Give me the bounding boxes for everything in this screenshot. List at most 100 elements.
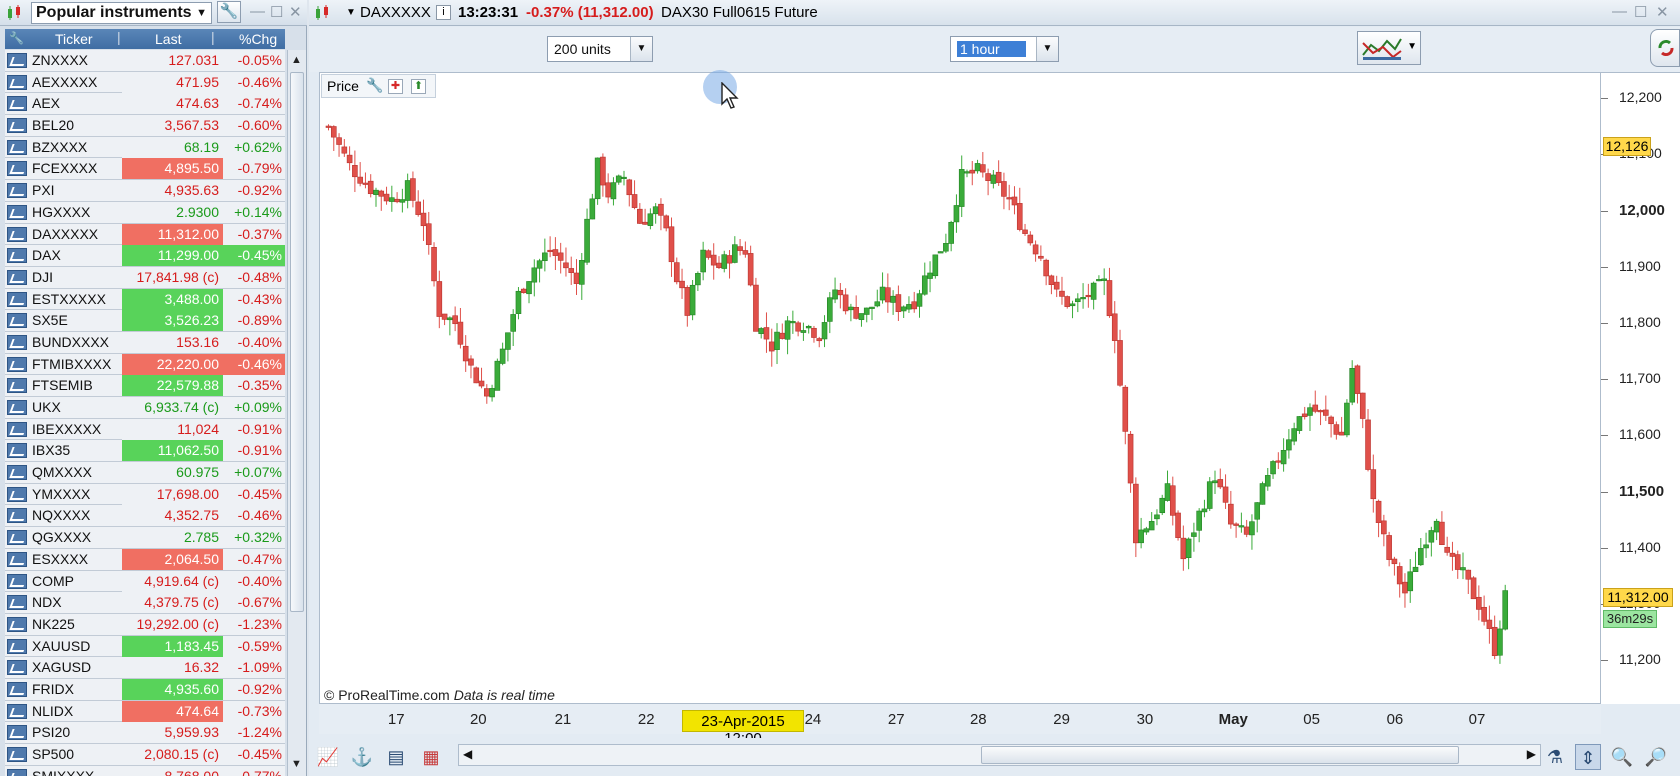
- watchlist-row[interactable]: COMP 4,919.64 (c) -0.40%: [5, 570, 285, 593]
- chart-icon[interactable]: [7, 573, 27, 589]
- watchlist-row[interactable]: BZXXXX 68.19 +0.62%: [5, 136, 285, 159]
- watchlist-row[interactable]: IBEXXXXX 11,024 -0.91%: [5, 418, 285, 441]
- order-ticket-icon[interactable]: ▤: [383, 744, 409, 770]
- watchlist-row[interactable]: SP500 2,080.15 (c) -0.45%: [5, 744, 285, 766]
- chart-icon[interactable]: [7, 53, 27, 68]
- units-select[interactable]: 200 units ▼: [547, 36, 653, 62]
- chart-icon[interactable]: [7, 356, 27, 372]
- watchlist-row[interactable]: ZNXXXX 127.031 -0.05%: [5, 50, 285, 72]
- chart-icon[interactable]: [7, 96, 27, 112]
- watchlist-row[interactable]: FTMIBXXXX 22,220.00 -0.46%: [5, 353, 285, 376]
- watchlist-row[interactable]: NQXXXX 4,352.75 -0.46%: [5, 505, 285, 528]
- move-up-icon[interactable]: ⬆: [411, 79, 426, 94]
- chart-icon[interactable]: [7, 74, 27, 90]
- chart-icon[interactable]: [7, 118, 27, 134]
- price-axis[interactable]: 12,20012,10012,00011,90011,80011,70011,6…: [1601, 72, 1680, 704]
- settings-wrench-icon[interactable]: 🔧: [9, 31, 24, 45]
- watchlist-row[interactable]: YMXXXX 17,698.00 -0.45%: [5, 483, 285, 506]
- watchlist-row[interactable]: IBX35 11,062.50 -0.91%: [5, 440, 285, 463]
- watchlist-row[interactable]: UKX 6,933.74 (c) +0.09%: [5, 397, 285, 419]
- watchlist-row[interactable]: XAGUSD 16.32 -1.09%: [5, 657, 285, 679]
- minimize-icon[interactable]: —: [250, 3, 265, 20]
- info-icon[interactable]: i: [436, 5, 451, 20]
- watchlist-scrollbar[interactable]: ▲ ▼: [287, 50, 306, 776]
- chart-plot-area[interactable]: Price 🔧 ✚ ⬆ © ProRealTime.com Data is rea…: [319, 72, 1601, 704]
- chart-icon[interactable]: [7, 269, 27, 285]
- chart-icon[interactable]: [7, 638, 27, 654]
- zoom-in-icon[interactable]: 🔎: [1643, 744, 1669, 770]
- watchlist-row[interactable]: NK225 19,292.00 (c) -1.23%: [5, 613, 285, 636]
- watchlist-row[interactable]: XAUUSD 1,183.45 -0.59%: [5, 635, 285, 658]
- chart-icon[interactable]: [7, 400, 27, 415]
- chart-icon[interactable]: [7, 334, 27, 350]
- scrollbar-thumb[interactable]: [981, 746, 1459, 764]
- maximize-icon[interactable]: ☐: [1634, 3, 1647, 21]
- chart-icon[interactable]: [7, 595, 27, 611]
- chart-icon[interactable]: [7, 291, 27, 307]
- watchlist-row[interactable]: DJI 17,841.98 (c) -0.48%: [5, 266, 285, 289]
- wrench-icon[interactable]: 🔧: [217, 1, 241, 23]
- chart-icon[interactable]: [7, 443, 27, 459]
- watchlist-row[interactable]: SX5E 3,526.23 -0.89%: [5, 310, 285, 332]
- chart-icon[interactable]: [7, 313, 27, 329]
- scroll-up-icon[interactable]: ▲: [291, 54, 302, 66]
- chart-icon[interactable]: [7, 248, 27, 264]
- chart-icon[interactable]: [7, 616, 27, 632]
- chart-icon[interactable]: [7, 183, 27, 199]
- watchlist-row[interactable]: PSI20 5,959.93 -1.24%: [5, 722, 285, 744]
- watchlist-row[interactable]: FRIDX 4,935.60 -0.92%: [5, 678, 285, 701]
- watchlist-row[interactable]: BUNDXXXX 153.16 -0.40%: [5, 331, 285, 354]
- watchlist-row[interactable]: FTSEMIB 22,579.88 -0.35%: [5, 375, 285, 397]
- chevron-down-icon[interactable]: ▼: [346, 7, 356, 18]
- close-icon[interactable]: ✕: [289, 3, 302, 21]
- chart-icon[interactable]: [7, 660, 27, 676]
- chart-icon[interactable]: [7, 378, 27, 394]
- chart-icon[interactable]: [7, 551, 27, 567]
- order-book-icon[interactable]: ▦: [418, 744, 444, 770]
- watchlist-row[interactable]: SMIXXXX 8,768.00 -0.77%: [5, 765, 285, 776]
- chart-icon[interactable]: [7, 226, 27, 242]
- chart-icon[interactable]: [7, 161, 27, 177]
- chart-icon[interactable]: [7, 508, 27, 524]
- chart-icon[interactable]: [7, 681, 27, 697]
- close-panel-icon[interactable]: ✚: [388, 79, 403, 94]
- indicators-button[interactable]: ▼: [1357, 31, 1421, 65]
- watchlist-row[interactable]: HGXXXX 2.9300 +0.14%: [5, 201, 285, 224]
- wrench-icon[interactable]: 🔧: [366, 77, 383, 94]
- column-last[interactable]: Last: [155, 31, 181, 47]
- watchlist-row[interactable]: BEL20 3,567.53 -0.60%: [5, 115, 285, 137]
- chart-icon[interactable]: [7, 703, 27, 719]
- chart-icon[interactable]: [7, 421, 27, 437]
- watchlist-row[interactable]: FCEXXXX 4,895.50 -0.79%: [5, 158, 285, 181]
- magnet-icon[interactable]: ⚓: [349, 744, 375, 770]
- side-tools-button[interactable]: [1650, 29, 1680, 67]
- signal-tools-icon[interactable]: ⚗: [1542, 744, 1568, 770]
- minimize-icon[interactable]: —: [1612, 3, 1627, 20]
- watchlist-row[interactable]: NDX 4,379.75 (c) -0.67%: [5, 592, 285, 614]
- chart-icon[interactable]: [7, 139, 27, 155]
- watchlist-row[interactable]: NLIDX 474.64 -0.73%: [5, 700, 285, 723]
- chart-icon[interactable]: [7, 725, 27, 741]
- column-chg[interactable]: %Chg: [239, 31, 277, 47]
- scroll-left-icon[interactable]: ◀: [463, 747, 472, 761]
- chart-icon[interactable]: [7, 530, 27, 546]
- instrument-list-select[interactable]: Popular instruments ▼: [31, 2, 212, 24]
- chart-icon[interactable]: [7, 486, 27, 502]
- scroll-right-icon[interactable]: ▶: [1527, 747, 1536, 761]
- drawing-tools-icon[interactable]: 📈: [315, 744, 341, 770]
- watchlist-row[interactable]: ESTXXXXX 3,488.00 -0.43%: [5, 288, 285, 311]
- scroll-down-icon[interactable]: ▼: [291, 758, 302, 770]
- chart-icon[interactable]: [7, 747, 27, 762]
- watchlist-row[interactable]: PXI 4,935.63 -0.92%: [5, 180, 285, 202]
- time-axis[interactable]: 17 20 21 22 24 27 28 29 30 May 05 06 07 23-Apr-2015 …: [319, 704, 1601, 747]
- zoom-out-icon[interactable]: 🔍: [1609, 744, 1635, 770]
- chart-ticker[interactable]: DAXXXXX: [360, 4, 431, 21]
- watchlist-row[interactable]: AEXXXXX 471.95 -0.46%: [5, 71, 285, 94]
- column-ticker[interactable]: Ticker: [55, 31, 93, 47]
- watchlist-row[interactable]: DAX 11,299.00 -0.45%: [5, 245, 285, 267]
- chart-icon[interactable]: [7, 204, 27, 220]
- maximize-icon[interactable]: ☐: [270, 3, 283, 21]
- watchlist-row[interactable]: QMXXXX 60.975 +0.07%: [5, 462, 285, 484]
- chart-horizontal-scrollbar[interactable]: ◀ ▶: [458, 744, 1541, 766]
- watchlist-row[interactable]: AEX 474.63 -0.74%: [5, 93, 285, 116]
